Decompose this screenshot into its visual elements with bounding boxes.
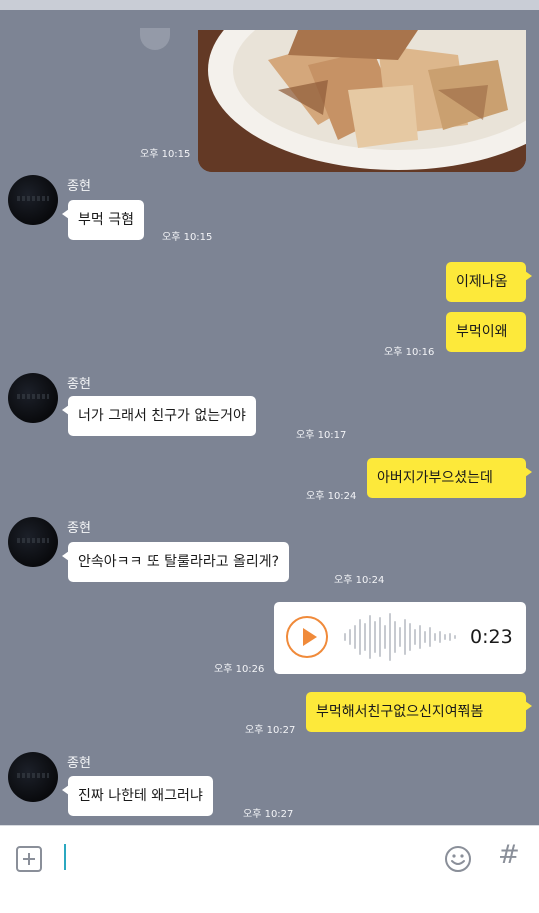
avatar[interactable] bbox=[8, 175, 58, 225]
incoming-message-bubble[interactable]: 안속아ㅋㅋ 또 탈룰라라고 올리게? bbox=[61, 542, 290, 582]
message-timestamp: 오후 10:15 bbox=[162, 232, 213, 243]
waveform-icon bbox=[344, 613, 456, 661]
sender-name: 종현 bbox=[67, 179, 91, 194]
sender-name: 종현 bbox=[67, 521, 91, 536]
incoming-message-bubble[interactable]: 진짜 나한테 왜그러냐 bbox=[62, 776, 213, 816]
plus-square-icon[interactable] bbox=[16, 846, 42, 872]
play-icon[interactable] bbox=[286, 616, 328, 658]
message-input[interactable] bbox=[64, 844, 66, 870]
incoming-message-bubble[interactable]: 부먹 극혐 bbox=[62, 200, 144, 240]
sender-name: 종현 bbox=[67, 377, 91, 392]
incoming-message-bubble[interactable]: 너가 그래서 친구가 없는거야 bbox=[62, 396, 256, 436]
message-timestamp: 오후 10:16 bbox=[384, 347, 435, 358]
photo-message[interactable] bbox=[198, 30, 526, 172]
outgoing-message-bubble[interactable]: 부먹해서친구없으신지여쭤봄 bbox=[306, 692, 532, 732]
message-timestamp: 오후 10:26 bbox=[214, 664, 265, 675]
food-photo-image bbox=[198, 30, 526, 172]
smiley-icon[interactable] bbox=[444, 845, 472, 873]
avatar[interactable] bbox=[8, 517, 58, 567]
message-timestamp: 오후 10:24 bbox=[306, 491, 357, 502]
outgoing-message-bubble[interactable]: 아버지가부으셨는데 bbox=[367, 458, 532, 498]
message-timestamp: 오후 10:24 bbox=[334, 575, 385, 586]
outgoing-message-bubble[interactable]: 이제나옴 bbox=[446, 262, 532, 302]
share-icon[interactable] bbox=[140, 28, 170, 50]
message-timestamp: 오후 10:27 bbox=[243, 809, 294, 820]
sender-name: 종현 bbox=[67, 756, 91, 771]
voice-duration: 0:23 bbox=[470, 626, 513, 648]
message-input-bar: # bbox=[0, 825, 539, 913]
avatar[interactable] bbox=[8, 373, 58, 423]
voice-message[interactable]: 0:23 bbox=[274, 602, 526, 674]
hash-icon[interactable]: # bbox=[498, 840, 520, 870]
photo-timestamp: 오후 10:15 bbox=[140, 149, 191, 160]
outgoing-message-bubble[interactable]: 부먹이왜 bbox=[446, 312, 526, 352]
chat-area[interactable]: 오후 10:15 종현 부먹 극혐 오후 10:15 이제나옴 부먹이왜 오후 … bbox=[0, 10, 539, 825]
avatar[interactable] bbox=[8, 752, 58, 802]
message-timestamp: 오후 10:17 bbox=[296, 430, 347, 441]
status-bar bbox=[0, 0, 539, 10]
message-timestamp: 오후 10:27 bbox=[245, 725, 296, 736]
